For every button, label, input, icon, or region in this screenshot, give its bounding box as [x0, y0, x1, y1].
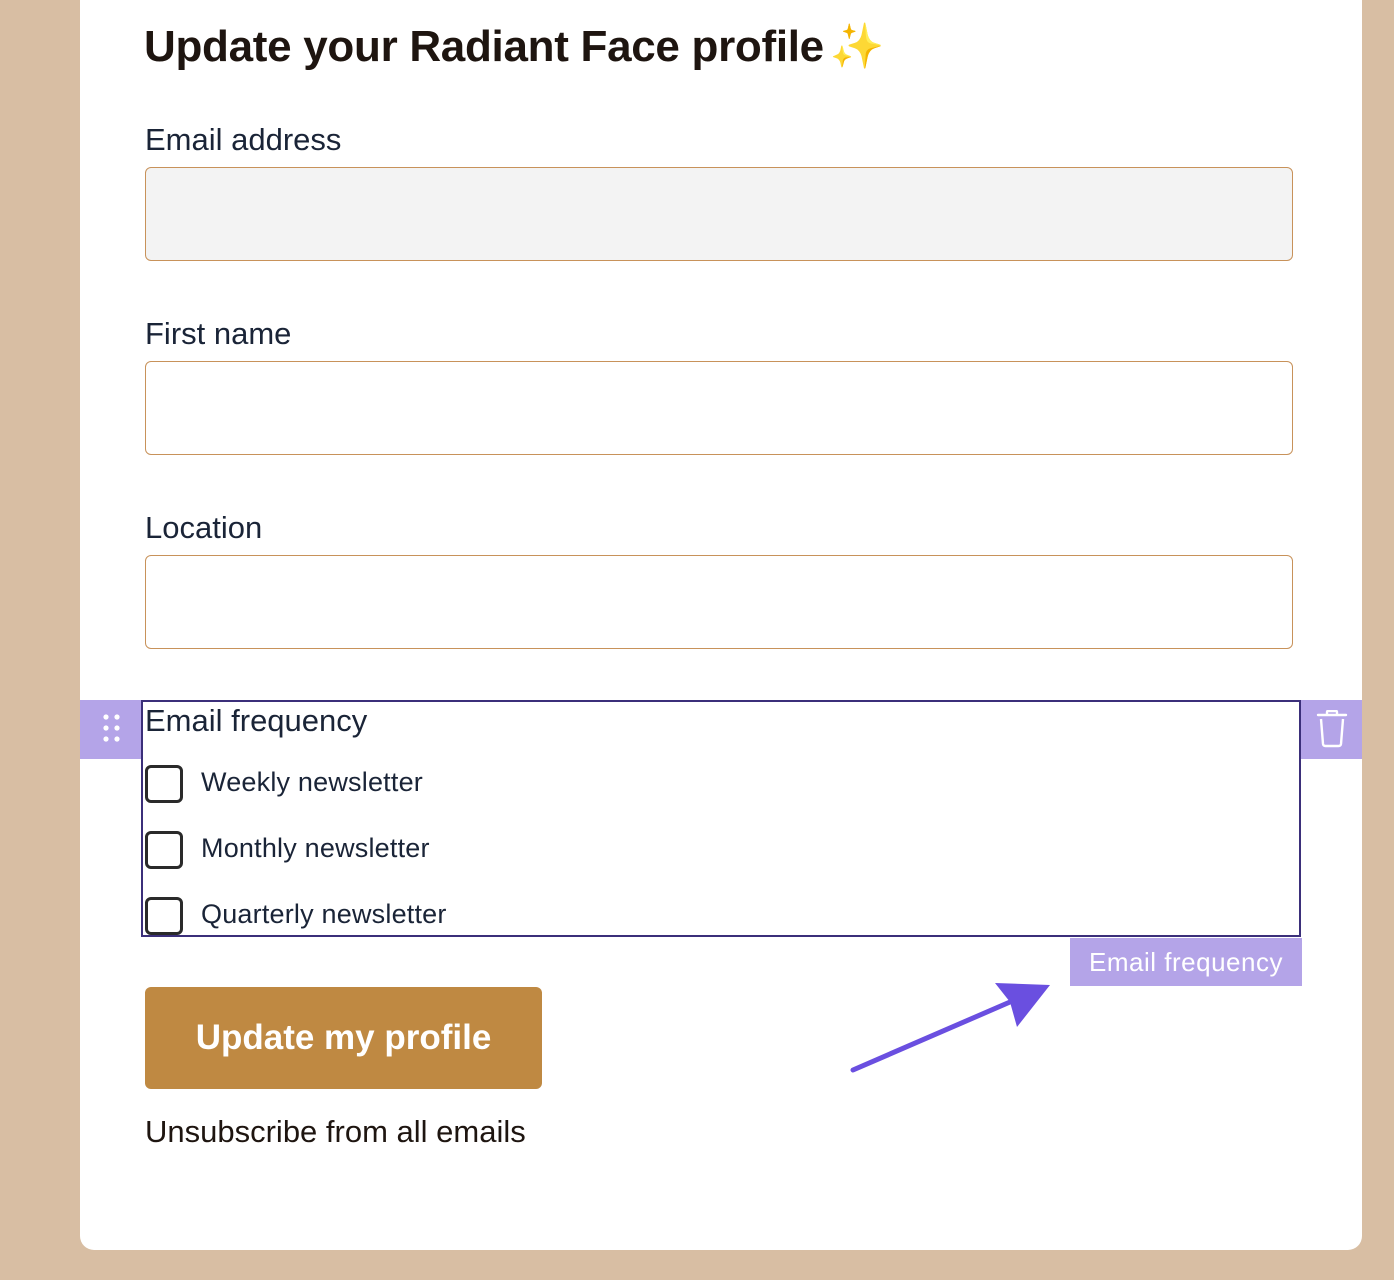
drag-handle-icon [103, 714, 120, 742]
delete-block-button[interactable] [1301, 700, 1362, 759]
location-field[interactable] [145, 555, 1293, 649]
block-name-tag: Email frequency [1070, 938, 1302, 986]
arrow-icon [850, 983, 1050, 1073]
trash-icon [1316, 710, 1348, 748]
weekly-newsletter-label: Weekly newsletter [201, 767, 423, 797]
weekly-newsletter-option[interactable]: Weekly newsletter [145, 765, 545, 805]
quarterly-newsletter-option[interactable]: Quarterly newsletter [145, 897, 545, 937]
first-name-field[interactable] [145, 361, 1293, 455]
drag-handle[interactable] [80, 700, 141, 759]
sparkles-icon: ✨ [829, 22, 885, 71]
first-name-label: First name [145, 316, 292, 351]
page-title: Update your Radiant Face profile ✨ [144, 20, 885, 72]
quarterly-newsletter-label: Quarterly newsletter [201, 899, 447, 929]
location-label: Location [145, 510, 263, 545]
weekly-newsletter-checkbox[interactable] [145, 765, 183, 803]
monthly-newsletter-checkbox[interactable] [145, 831, 183, 869]
unsubscribe-link[interactable]: Unsubscribe from all emails [145, 1114, 526, 1150]
email-frequency-label: Email frequency [145, 703, 368, 738]
quarterly-newsletter-checkbox[interactable] [145, 897, 183, 935]
email-label: Email address [145, 122, 342, 157]
page-title-text: Update your Radiant Face profile [144, 22, 824, 71]
update-profile-button[interactable]: Update my profile [145, 987, 542, 1089]
monthly-newsletter-label: Monthly newsletter [201, 833, 430, 863]
monthly-newsletter-option[interactable]: Monthly newsletter [145, 831, 545, 871]
email-field[interactable] [145, 167, 1293, 261]
